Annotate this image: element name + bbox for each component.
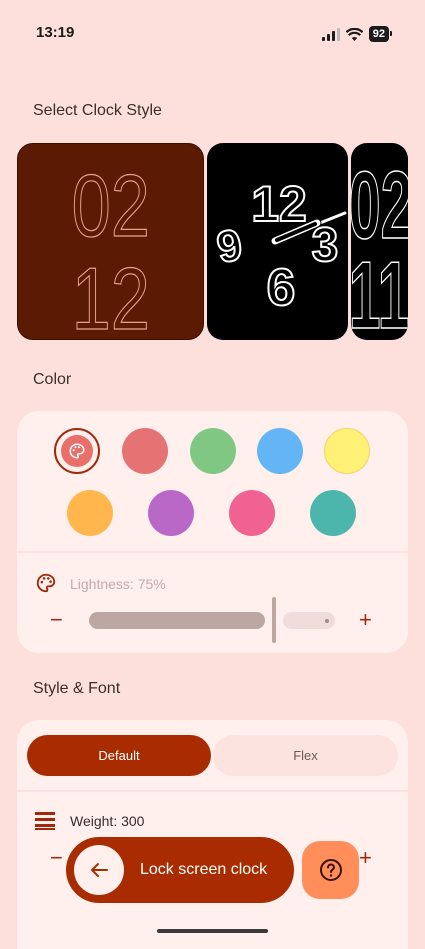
lock-screen-clock-bar[interactable]: Lock screen clock <box>66 837 294 903</box>
clock-option-analog[interactable]: 12 9 3 6 <box>207 143 348 340</box>
status-time: 13:19 <box>36 24 75 41</box>
segment-flex-button[interactable]: Flex <box>213 735 398 776</box>
bar-title: Lock screen clock <box>140 861 268 878</box>
clock-preview-thin: 02 12 <box>71 156 150 340</box>
wifi-icon <box>345 27 363 41</box>
back-button[interactable] <box>74 845 124 895</box>
color-card: Lightness: 75% − + <box>17 411 408 653</box>
clock-number-6: 6 <box>267 259 296 317</box>
color-swatch-red[interactable] <box>122 428 168 474</box>
lightness-label: Lightness: 75% <box>70 576 166 592</box>
divider <box>17 790 408 792</box>
battery-indicator: 92 <box>368 26 393 42</box>
divider <box>17 551 408 553</box>
home-indicator[interactable] <box>157 929 268 933</box>
palette-icon <box>69 443 85 459</box>
status-bar: 13:19 92 <box>0 0 425 66</box>
status-icons: 92 <box>321 26 393 42</box>
lightness-slider-filled[interactable] <box>89 612 265 629</box>
weight-decrease-button[interactable]: − <box>50 847 63 869</box>
color-swatch-orange[interactable] <box>67 490 113 536</box>
arrow-left-icon <box>91 863 108 877</box>
help-button[interactable] <box>302 841 359 899</box>
help-icon <box>319 859 342 881</box>
clock-preview-analog: 12 9 3 6 <box>212 175 347 318</box>
color-swatch-blue[interactable] <box>257 428 303 474</box>
clock-minute-text: 12 <box>72 249 150 340</box>
swatch-inner <box>61 435 93 467</box>
signal-icon <box>321 27 340 41</box>
slider-end-dot <box>325 619 329 623</box>
weight-increase-button[interactable]: + <box>359 847 372 869</box>
weight-label: Weight: 300 <box>70 813 145 829</box>
color-swatch-selected[interactable] <box>54 428 100 474</box>
lightness-decrease-button[interactable]: − <box>50 609 63 631</box>
color-swatch-teal[interactable] <box>310 490 356 536</box>
clock-option-thin[interactable]: 02 12 <box>17 143 204 340</box>
palette-icon <box>36 573 56 593</box>
clock-option-bold[interactable]: 02 11 <box>351 143 408 340</box>
lightness-slider-thumb[interactable] <box>272 597 276 643</box>
clock-number-9: 9 <box>213 220 246 273</box>
clock-style-title: Select Clock Style <box>33 102 162 119</box>
color-swatch-green[interactable] <box>190 428 236 474</box>
segment-default-button[interactable]: Default <box>27 735 211 776</box>
faded-setting-row <box>17 905 408 949</box>
weight-icon <box>35 812 55 830</box>
color-title: Color <box>33 371 72 388</box>
style-font-title: Style & Font <box>33 680 121 697</box>
color-swatch-yellow[interactable] <box>324 428 370 474</box>
clock-preview-bold: 02 11 <box>351 150 408 340</box>
color-swatch-purple[interactable] <box>148 490 194 536</box>
color-swatch-pink[interactable] <box>229 490 275 536</box>
clock-hour-text: 02 <box>72 156 150 254</box>
clock-number-12: 12 <box>251 176 307 232</box>
clock-minute-text: 11 <box>351 241 408 340</box>
lightness-increase-button[interactable]: + <box>359 609 372 631</box>
